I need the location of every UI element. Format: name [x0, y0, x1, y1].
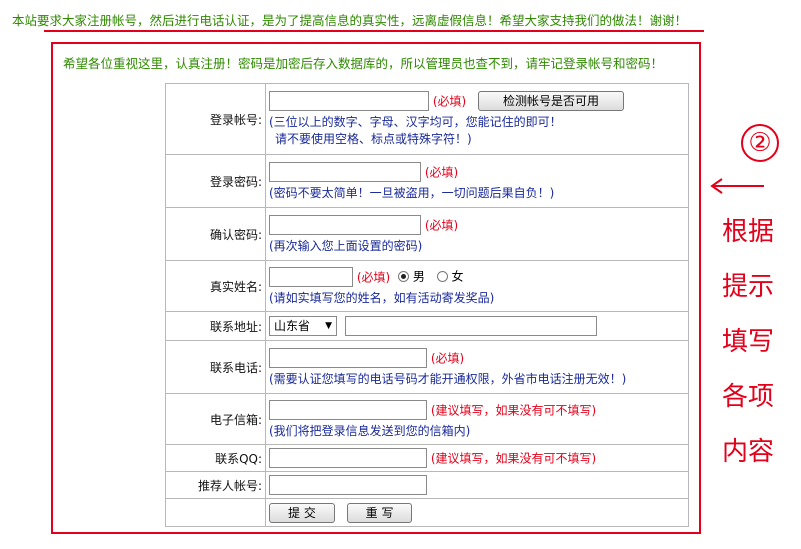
address-input[interactable] — [344, 316, 597, 336]
password-input[interactable] — [269, 161, 421, 182]
confirm-label: 确认密码: — [165, 207, 266, 261]
row-account: 登录帐号: (必填) 检测帐号是否可用 (三位以上的数字、字母、汉字均可，您能记… — [165, 83, 689, 155]
realname-required: (必填) — [356, 270, 391, 284]
annotation-text: 根据 提示 填写 各项 内容 — [722, 205, 792, 480]
province-value: 山东省 — [274, 319, 311, 333]
gender-female-label: 女 — [451, 269, 464, 283]
password-required: (必填) — [424, 165, 459, 179]
annotation-line: 提示 — [722, 272, 775, 302]
chevron-down-icon: ▼ — [325, 321, 332, 331]
province-select[interactable]: 山东省 ▼ — [269, 316, 337, 336]
annotation-line: 根据 — [722, 217, 775, 247]
confirm-required: (必填) — [424, 218, 459, 232]
divider-line — [44, 30, 704, 32]
qq-suggest: (建议填写，如果没有可不填写) — [430, 451, 597, 466]
row-password: 登录密码: (必填) (密码不要太简单！一旦被盗用，一切问题后果自负！) — [165, 154, 689, 208]
annotation-line: 各项 — [722, 382, 775, 412]
gender-male-radio[interactable] — [398, 271, 410, 282]
account-hint-2: 请不要使用空格、标点或特殊字符！) — [275, 132, 472, 146]
realname-label: 真实姓名: — [165, 260, 266, 312]
row-address: 联系地址: 山东省 ▼ — [165, 311, 689, 341]
phone-hint: (需要认证您填写的电话号码才能开通权限，外省市电话注册无效！) — [269, 371, 627, 386]
sub-notice: 希望各位重视这里，认真注册！密码是加密后存入数据库的，所以管理员也查不到，请牢记… — [63, 56, 664, 71]
realname-input[interactable] — [269, 266, 353, 287]
row-email: 电子信箱: (建议填写，如果没有可不填写) (我们将把登录信息发送到您的信箱内) — [165, 393, 689, 445]
qq-input[interactable] — [269, 448, 427, 468]
row-referrer: 推荐人帐号: — [165, 471, 689, 499]
top-notice: 本站要求大家注册帐号，然后进行电话认证，是为了提高信息的真实性，远离虚假信息！希… — [12, 13, 688, 28]
referrer-label: 推荐人帐号: — [165, 471, 266, 499]
registration-form: 登录帐号: (必填) 检测帐号是否可用 (三位以上的数字、字母、汉字均可，您能记… — [165, 83, 689, 527]
row-confirm-password: 确认密码: (必填) (再次输入您上面设置的密码) — [165, 207, 689, 261]
phone-label: 联系电话: — [165, 340, 266, 394]
realname-hint: (请如实填写您的姓名，如有活动寄发奖品) — [269, 290, 495, 305]
email-label: 电子信箱: — [165, 393, 266, 445]
email-hint: (我们将把登录信息发送到您的信箱内) — [269, 423, 471, 438]
password-hint: (密码不要太简单！一旦被盗用，一切问题后果自负！) — [269, 185, 555, 200]
account-required: (必填) — [432, 94, 467, 109]
account-cell: (必填) 检测帐号是否可用 (三位以上的数字、字母、汉字均可，您能记住的即可！ … — [265, 83, 689, 155]
address-label: 联系地址: — [165, 311, 266, 341]
annotation-line: 填写 — [722, 327, 775, 357]
row-qq: 联系QQ: (建议填写，如果没有可不填写) — [165, 444, 689, 472]
phone-input[interactable] — [269, 347, 427, 368]
row-phone: 联系电话: (必填) (需要认证您填写的电话号码才能开通权限，外省市电话注册无效… — [165, 340, 689, 394]
confirm-hint: (再次输入您上面设置的密码) — [269, 238, 423, 253]
email-input[interactable] — [269, 399, 427, 420]
row-buttons: 提 交 重 写 — [165, 498, 689, 527]
account-label: 登录帐号: — [165, 83, 266, 155]
arrow-left-icon — [710, 178, 764, 194]
row-realname: 真实姓名: (必填) 男 女 (请如实填写您的姓名，如有活动寄发奖品) — [165, 260, 689, 312]
step-number-badge: ② — [741, 124, 779, 162]
gender-male-label: 男 — [412, 269, 425, 283]
check-account-button[interactable]: 检测帐号是否可用 — [478, 91, 625, 111]
email-suggest: (建议填写，如果没有可不填写) — [430, 403, 597, 417]
gender-female-radio[interactable] — [436, 271, 448, 282]
password-label: 登录密码: — [165, 154, 266, 208]
referrer-input[interactable] — [269, 475, 427, 495]
reset-button[interactable]: 重 写 — [346, 502, 413, 523]
confirm-password-input[interactable] — [269, 214, 421, 235]
submit-button[interactable]: 提 交 — [269, 502, 335, 523]
qq-label: 联系QQ: — [165, 444, 266, 472]
phone-required: (必填) — [430, 351, 465, 365]
annotation-line: 内容 — [722, 437, 775, 467]
account-input[interactable] — [269, 91, 429, 111]
account-hint-1: (三位以上的数字、字母、汉字均可，您能记住的即可！ — [269, 115, 562, 129]
